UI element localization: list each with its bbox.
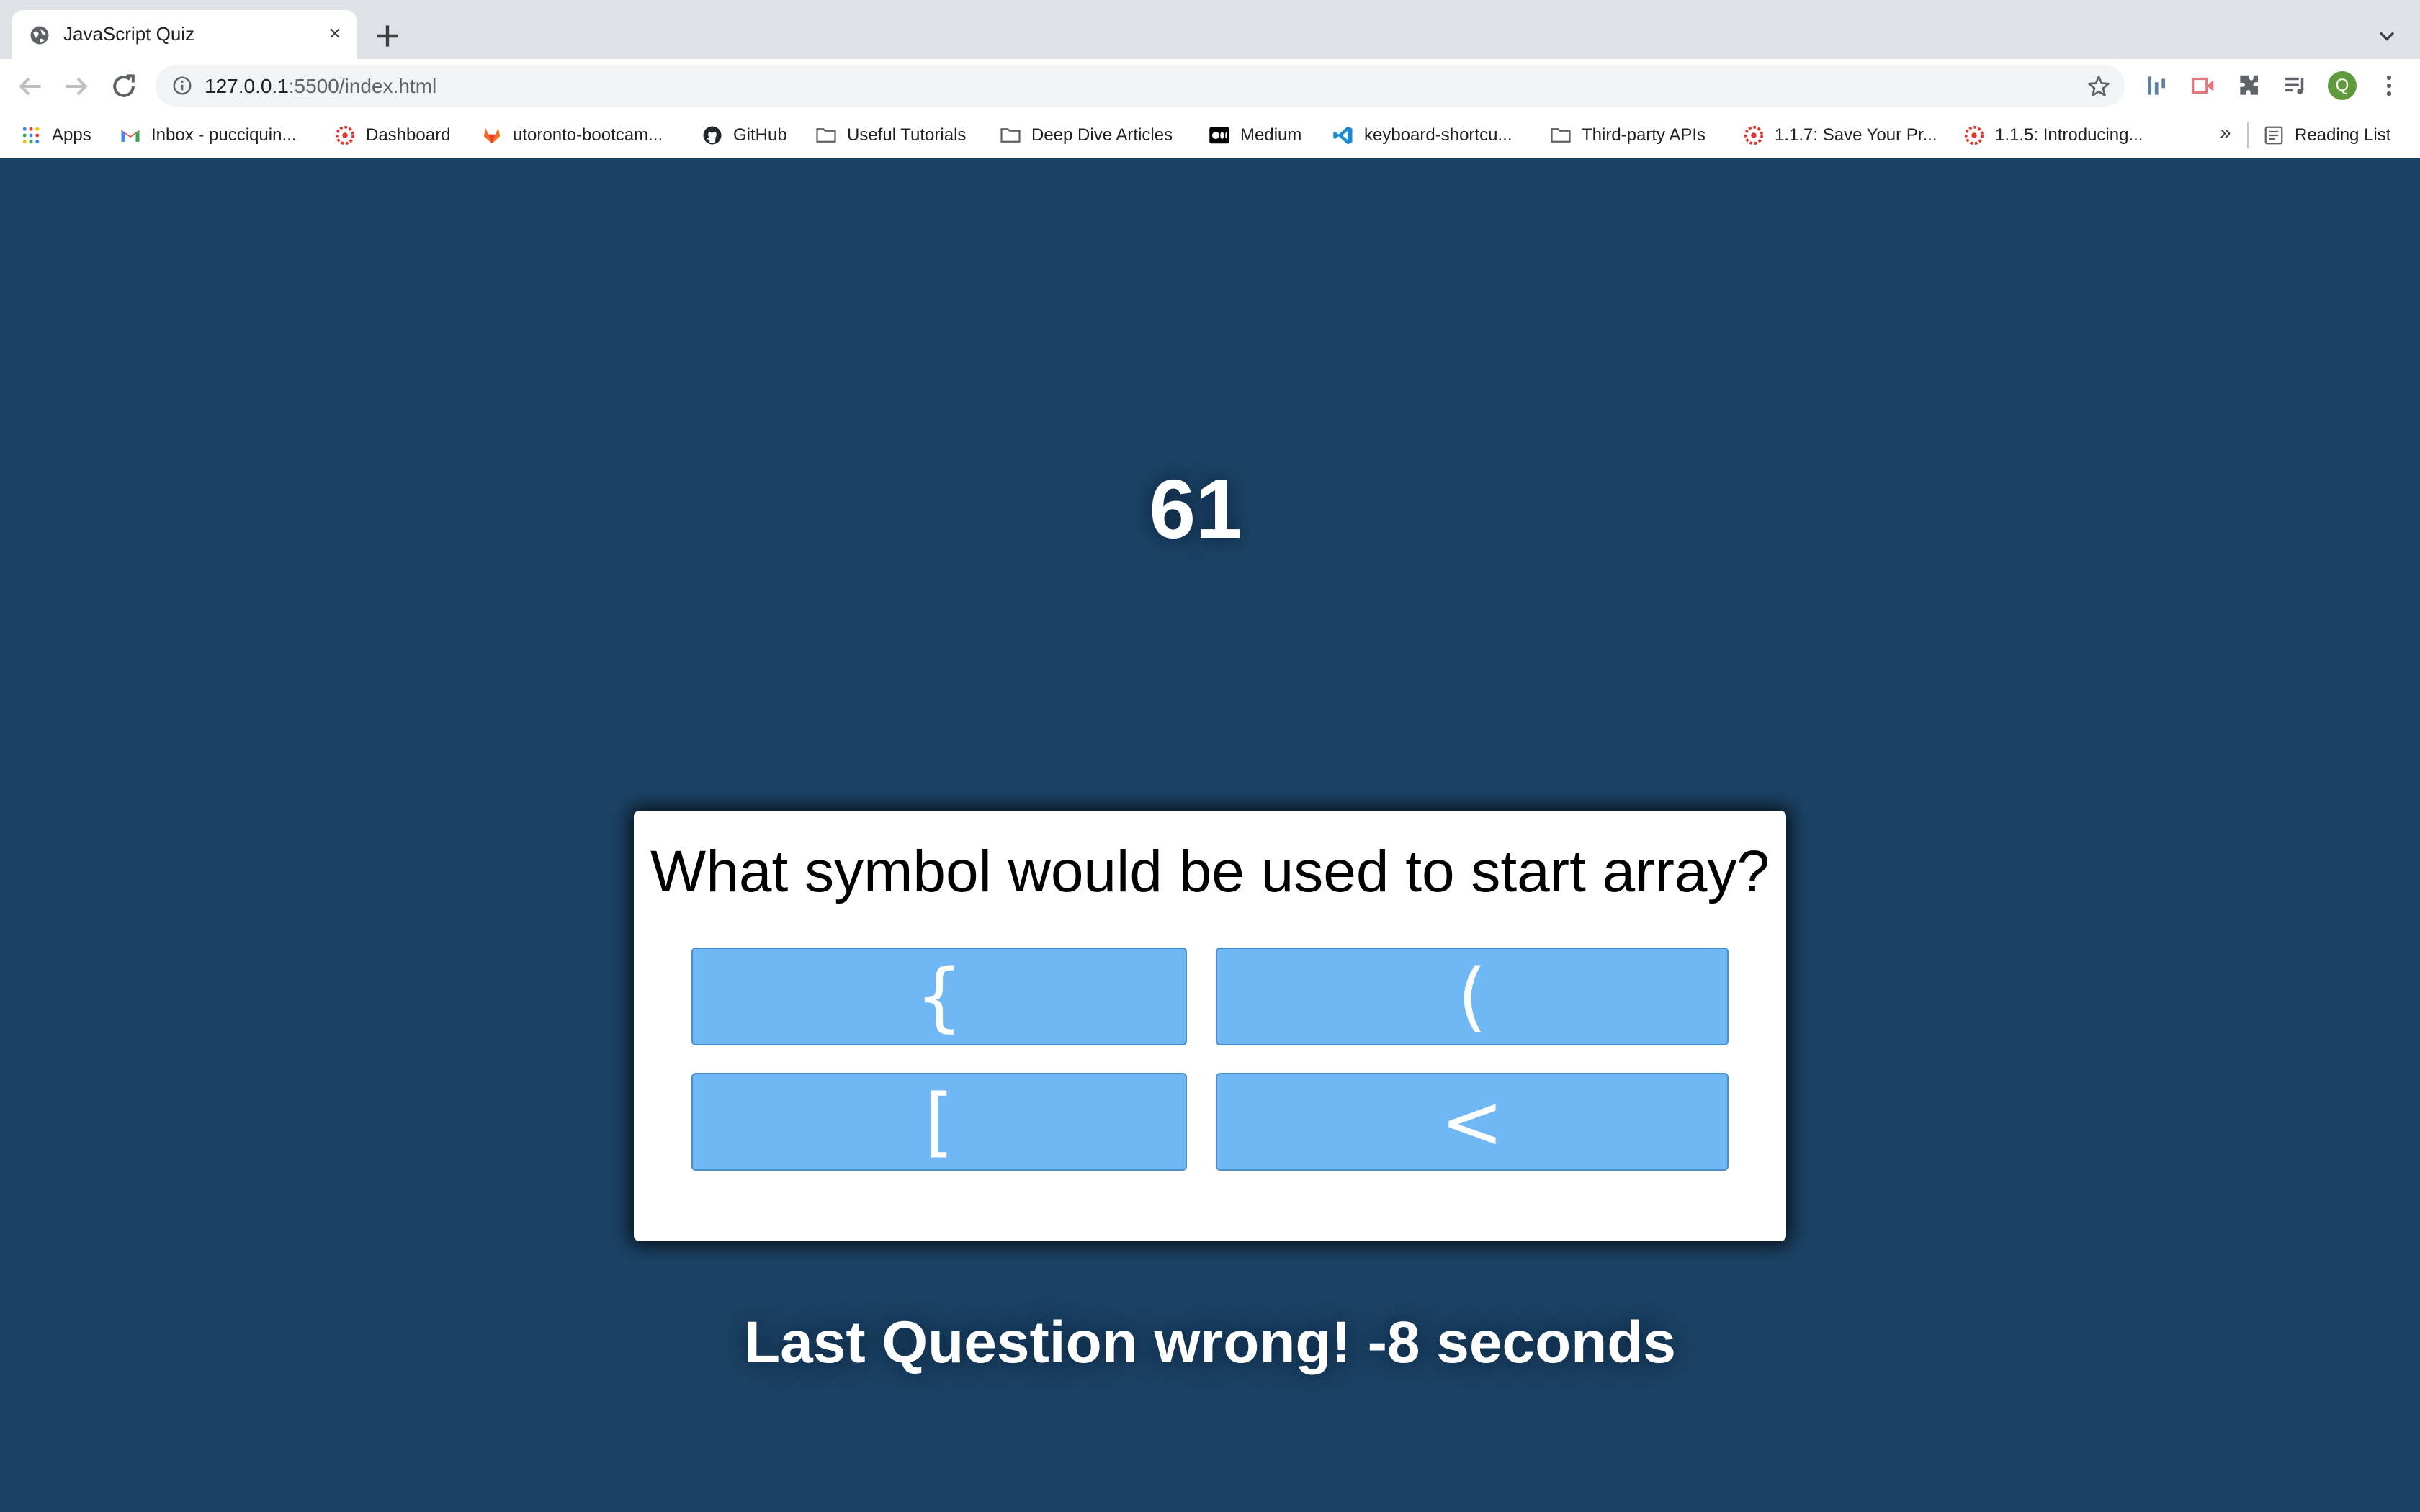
bookmark-gitlab[interactable]: utoronto-bootcam... [481, 122, 663, 148]
browser-chrome: JavaScript Quiz × 127.0.0.1:5500/index.h… [0, 0, 2420, 159]
bookmark-medium[interactable]: Medium [1209, 122, 1301, 148]
bookmark-inbox[interactable]: Inbox - pucciquin... [120, 122, 296, 148]
info-icon[interactable] [171, 75, 193, 96]
canvas-icon [1964, 125, 1984, 145]
profile-avatar[interactable]: Q [2328, 71, 2357, 100]
bookmark-star-icon[interactable] [2086, 73, 2112, 99]
puzzle-extensions-icon[interactable] [2236, 72, 2263, 99]
bookmark-label: utoronto-bootcam... [513, 125, 663, 145]
apps-grid-icon [22, 127, 40, 144]
bar-chart-extension-icon[interactable] [2143, 72, 2171, 99]
bookmark-useful-tutorials[interactable]: Useful Tutorials [815, 122, 966, 148]
bookmark-apps[interactable]: Apps [20, 122, 91, 148]
url-text[interactable]: 127.0.0.1:5500/index.html [205, 75, 436, 98]
bookmark-save-your-progress[interactable]: 1.1.7: Save Your Pr... [1743, 122, 1937, 148]
tab-title: JavaScript Quiz [63, 23, 195, 45]
bookmark-keyboard-shortcuts[interactable]: keyboard-shortcu... [1332, 122, 1512, 148]
bookmark-label: 1.1.5: Introducing... [1995, 125, 2143, 145]
reading-list-label: Reading List [2295, 125, 2391, 145]
bookmark-label: 1.1.7: Save Your Pr... [1775, 125, 1937, 145]
bookmark-label: Apps [52, 125, 91, 145]
question-text: What symbol would be used to start array… [650, 839, 1770, 904]
bookmarks-bar: Apps Inbox - pucciquin... Dashboard utor… [0, 112, 2420, 159]
tab-javascript-quiz[interactable]: JavaScript Quiz × [12, 10, 357, 59]
answer-button-3[interactable]: [ [691, 1073, 1187, 1171]
bookmark-label: Dashboard [366, 125, 451, 145]
bookmark-label: Medium [1240, 125, 1302, 145]
globe-icon [30, 26, 49, 45]
screen-recorder-extension-icon[interactable] [2190, 72, 2217, 99]
media-queue-icon[interactable] [2282, 72, 2309, 99]
url-host: 127.0.0.1 [205, 75, 289, 97]
bookmark-label: Deep Dive Articles [1031, 125, 1173, 145]
chevron-down-icon[interactable] [2374, 23, 2400, 49]
url-path: :5500/index.html [288, 75, 437, 97]
folder-icon [1551, 128, 1571, 143]
bookmark-third-party-apis[interactable]: Third-party APIs [1550, 122, 1706, 148]
folder-icon [816, 128, 836, 143]
bookmarks-divider [2247, 122, 2249, 148]
countdown-timer: 61 [1149, 462, 1242, 556]
tab-strip: JavaScript Quiz × [0, 0, 2420, 59]
reload-icon[interactable] [108, 71, 140, 102]
back-arrow-icon[interactable] [14, 71, 46, 102]
bookmark-label: Inbox - pucciquin... [151, 125, 297, 145]
answer-feedback-message: Last Question wrong! -8 seconds [744, 1310, 1676, 1375]
more-bookmarks-chevron[interactable]: » [2220, 121, 2231, 144]
bookmark-github[interactable]: GitHub [702, 122, 787, 148]
gmail-icon [121, 130, 140, 142]
bookmark-introducing[interactable]: 1.1.5: Introducing... [1963, 122, 2143, 148]
bookmark-deep-dive-articles[interactable]: Deep Dive Articles [1000, 122, 1173, 148]
canvas-icon [335, 125, 355, 145]
canvas-icon [1744, 125, 1764, 145]
question-card: What symbol would be used to start array… [634, 811, 1786, 1241]
navigation-toolbar: 127.0.0.1:5500/index.html Q [0, 59, 2420, 112]
vscode-icon [1333, 126, 1353, 145]
bookmark-label: GitHub [733, 125, 787, 145]
answer-button-4[interactable]: < [1216, 1073, 1729, 1171]
more-vertical-icon[interactable] [2375, 72, 2403, 99]
close-tab-icon[interactable]: × [323, 22, 347, 46]
address-bar[interactable]: 127.0.0.1:5500/index.html [156, 65, 2125, 107]
bookmark-dashboard[interactable]: Dashboard [334, 122, 450, 148]
reading-list-icon [2264, 126, 2283, 145]
answer-button-1[interactable]: { [691, 948, 1187, 1045]
quiz-page: 61 What symbol would be used to start ar… [0, 158, 2420, 1512]
forward-arrow-icon[interactable] [60, 71, 92, 102]
github-icon [703, 126, 722, 145]
answer-button-2[interactable]: ( [1216, 948, 1729, 1045]
bookmark-label: Useful Tutorials [847, 125, 967, 145]
medium-icon [1209, 127, 1229, 144]
reading-list-button[interactable]: Reading List [2263, 122, 2390, 148]
bookmark-label: keyboard-shortcu... [1364, 125, 1512, 145]
bookmark-label: Third-party APIs [1582, 125, 1706, 145]
folder-icon [1000, 128, 1021, 143]
new-tab-plus-icon[interactable] [372, 20, 403, 52]
gitlab-icon [483, 128, 501, 144]
